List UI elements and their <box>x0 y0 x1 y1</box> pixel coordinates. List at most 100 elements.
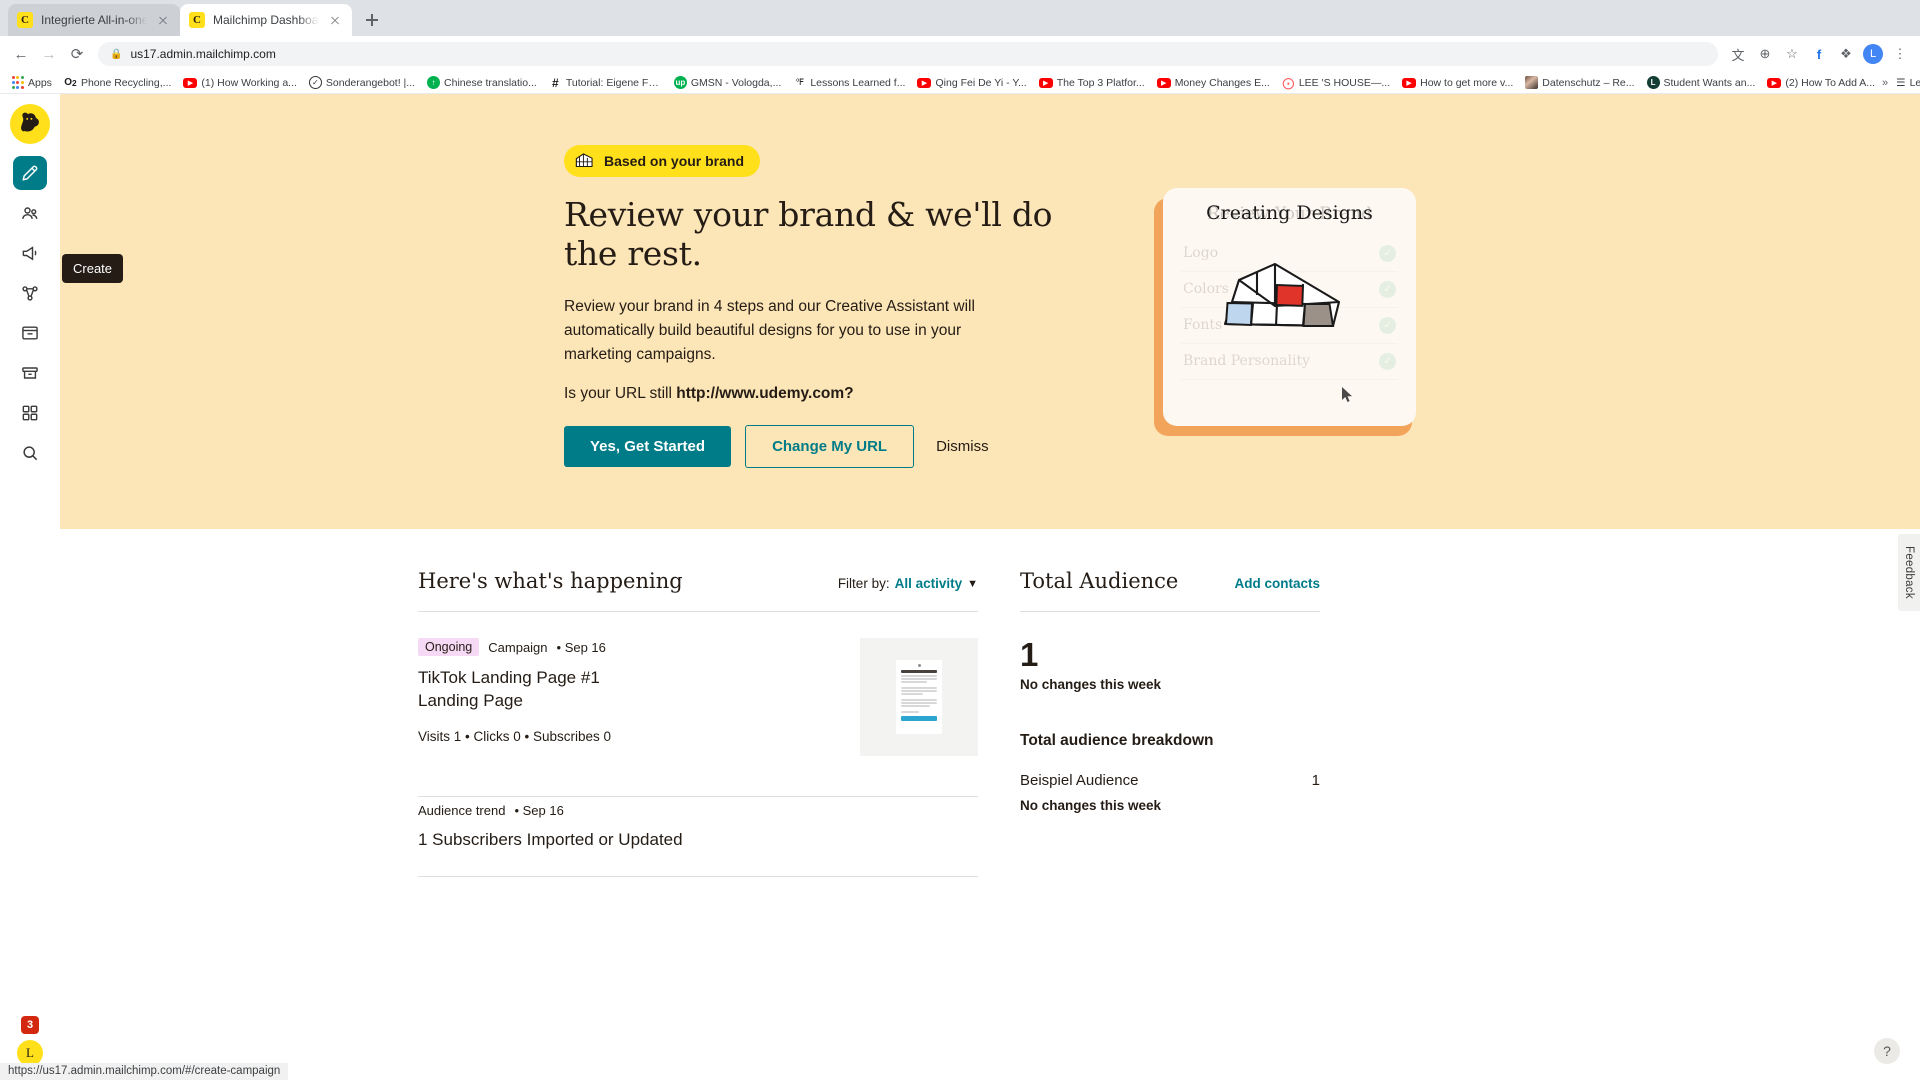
activity-title-text[interactable]: TikTok Landing Page #1 Landing Page <box>418 667 836 713</box>
help-button[interactable]: ? <box>1874 1038 1900 1064</box>
bookmark-item[interactable]: ▶ (2) How To Add A... <box>1762 76 1880 90</box>
thumbnail-page-preview <box>896 660 942 734</box>
rail-bottom-group: 3 L <box>0 1016 60 1066</box>
left-rail: 3 L <box>0 94 60 1080</box>
brand-url: http://www.udemy.com? <box>676 385 854 403</box>
forward-icon[interactable]: → <box>36 41 62 67</box>
website-button[interactable] <box>13 316 47 350</box>
ghost-row-label: Logo <box>1183 245 1219 261</box>
bookmark-label: Student Wants an... <box>1663 76 1756 89</box>
youtube-icon: ▶ <box>1402 77 1417 88</box>
audience-row-note: No changes this week <box>1020 798 1162 813</box>
reload-icon[interactable]: ⟳ <box>64 41 90 67</box>
notification-badge[interactable]: 3 <box>21 1016 39 1034</box>
address-text: us17.admin.mailchimp.com <box>130 47 276 61</box>
add-contacts-link[interactable]: Add contacts <box>1234 576 1320 591</box>
activity-filter[interactable]: Filter by: All activity ▼ <box>838 576 978 591</box>
translate-icon[interactable]: 文 <box>1726 42 1750 66</box>
reading-list-button[interactable]: ☰ Leseliste <box>1896 77 1920 89</box>
bookmark-apps[interactable]: Apps <box>6 75 57 90</box>
close-icon[interactable] <box>155 12 171 28</box>
automations-button[interactable] <box>13 276 47 310</box>
audience-button[interactable] <box>13 196 47 230</box>
green-circle-icon: ↑ <box>427 76 441 89</box>
left-rail-wrapper: 3 L Create <box>0 94 124 1080</box>
bookmark-item[interactable]: ℉ Lessons Learned f... <box>788 75 910 90</box>
content-button[interactable] <box>13 356 47 390</box>
youtube-icon: ▶ <box>183 77 198 88</box>
activity-date: • Sep 16 <box>514 803 564 818</box>
total-audience-count: 1 <box>1020 636 1039 673</box>
creating-designs-card: Review Your Brand Logo ✓ Colors ✓ Fonts <box>1154 187 1416 436</box>
back-icon[interactable]: ← <box>8 41 34 67</box>
bookmarks-overflow: » ☰ Leseliste <box>1882 77 1920 89</box>
bookmarks-bar: Apps O2 Phone Recycling,... ▶ (1) How Wo… <box>0 72 1920 94</box>
chevron-double-right-icon[interactable]: » <box>1882 77 1888 89</box>
campaigns-button[interactable] <box>13 236 47 270</box>
tab-strip: C Integrierte All-in-one-Marketing C Mai… <box>0 0 1920 36</box>
audience-breakdown-row[interactable]: Beispiel Audience 1 <box>1020 772 1320 789</box>
yes-get-started-button[interactable]: Yes, Get Started <box>564 426 732 468</box>
filter-label: Filter by: <box>837 576 890 591</box>
audience-header: Total Audience Add contacts <box>1020 569 1320 593</box>
activity-type: Audience trend <box>418 803 506 818</box>
bookmark-item[interactable]: ▶ Qing Fei De Yi - Y... <box>912 76 1031 90</box>
degree-f-icon: ℉ <box>795 77 805 87</box>
divider <box>418 876 978 877</box>
bookmark-item[interactable]: up GMSN - Vologda,... <box>669 75 786 90</box>
bookmark-item[interactable]: L Student Wants an... <box>1642 75 1761 90</box>
bookmark-item[interactable]: ▶ Money Changes E... <box>1152 76 1275 90</box>
chrome-menu-icon[interactable]: ⋮ <box>1888 42 1912 66</box>
zoom-icon[interactable]: ⊕ <box>1753 42 1777 66</box>
browser-tab-2[interactable]: C Mailchimp Dashboard | Mailchi <box>180 4 352 36</box>
audience-breakdown-title: Total audience breakdown <box>1020 732 1214 749</box>
facebook-extension-icon[interactable]: f <box>1807 42 1831 66</box>
activity-title: Here's what's happening <box>418 569 683 593</box>
create-button[interactable] <box>13 156 47 190</box>
profile-avatar[interactable]: L <box>1861 42 1885 66</box>
bookmark-item[interactable]: # Tutorial: Eigene Fa... <box>544 75 667 90</box>
bookmark-label: Lessons Learned f... <box>810 76 906 89</box>
lock-icon: 🔒 <box>110 48 123 60</box>
address-bar[interactable]: 🔒 us17.admin.mailchimp.com <box>98 42 1718 66</box>
reading-list-icon: ☰ <box>1896 76 1906 89</box>
new-tab-button[interactable] <box>358 6 386 34</box>
divider <box>1020 611 1320 612</box>
activity-title-text[interactable]: 1 Subscribers Imported or Updated <box>418 830 978 850</box>
activity-item[interactable]: Ongoing Campaign • Sep 16 TikTok Landing… <box>418 612 978 778</box>
mailchimp-favicon-icon: C <box>17 12 33 28</box>
mailchimp-freddie-logo[interactable] <box>10 104 50 144</box>
activity-title-line2: Landing Page <box>418 690 523 710</box>
integrations-button[interactable] <box>13 396 47 430</box>
bookmark-item[interactable]: ↑ Chinese translatio... <box>422 75 542 90</box>
bookmark-item[interactable]: O2 Phone Recycling,... <box>59 75 176 90</box>
puzzle-extension-icon[interactable]: ❖ <box>1834 42 1858 66</box>
feedback-tab[interactable]: Feedback <box>1898 534 1920 611</box>
apps-grid-icon <box>11 76 24 89</box>
activity-title-line1: TikTok Landing Page #1 <box>418 668 600 687</box>
bookmark-label: Datenschutz – Re... <box>1542 76 1635 89</box>
bookmark-label: (1) How Working a... <box>201 76 297 89</box>
mailchimp-favicon-icon: C <box>189 12 205 28</box>
bookmark-label: Phone Recycling,... <box>80 76 172 89</box>
bookmark-item[interactable]: ✓ Sonderangebot! |... <box>304 75 420 90</box>
status-badge: Ongoing <box>418 638 480 656</box>
check-icon: ✓ <box>1379 316 1396 334</box>
bookmark-item[interactable]: ▶ (1) How Working a... <box>178 76 302 90</box>
bookmark-item[interactable]: ▶ How to get more v... <box>1397 76 1518 90</box>
close-icon[interactable] <box>327 12 343 28</box>
activity-item[interactable]: Audience trend • Sep 16 1 Subscribers Im… <box>418 797 978 899</box>
search-button[interactable] <box>13 436 47 470</box>
bookmark-item[interactable]: Datenschutz – Re... <box>1520 75 1639 90</box>
photo-icon <box>1525 76 1539 89</box>
bookmark-item[interactable]: ▶ The Top 3 Platfor... <box>1034 76 1150 90</box>
browser-tab-1[interactable]: C Integrierte All-in-one-Marketing <box>8 4 180 36</box>
bookmark-label: (2) How To Add A... <box>1785 76 1876 89</box>
dismiss-button[interactable]: Dismiss <box>928 426 997 467</box>
create-tooltip: Create <box>62 254 124 283</box>
bookmark-item[interactable]: ⨀ LEE 'S HOUSE—... <box>1277 75 1395 90</box>
banner-body: Review your brand in 4 steps and our Cre… <box>564 297 975 363</box>
card-title: Creating Designs <box>1206 201 1373 224</box>
change-my-url-button[interactable]: Change My URL <box>745 425 915 469</box>
bookmark-star-icon[interactable]: ☆ <box>1780 42 1804 66</box>
